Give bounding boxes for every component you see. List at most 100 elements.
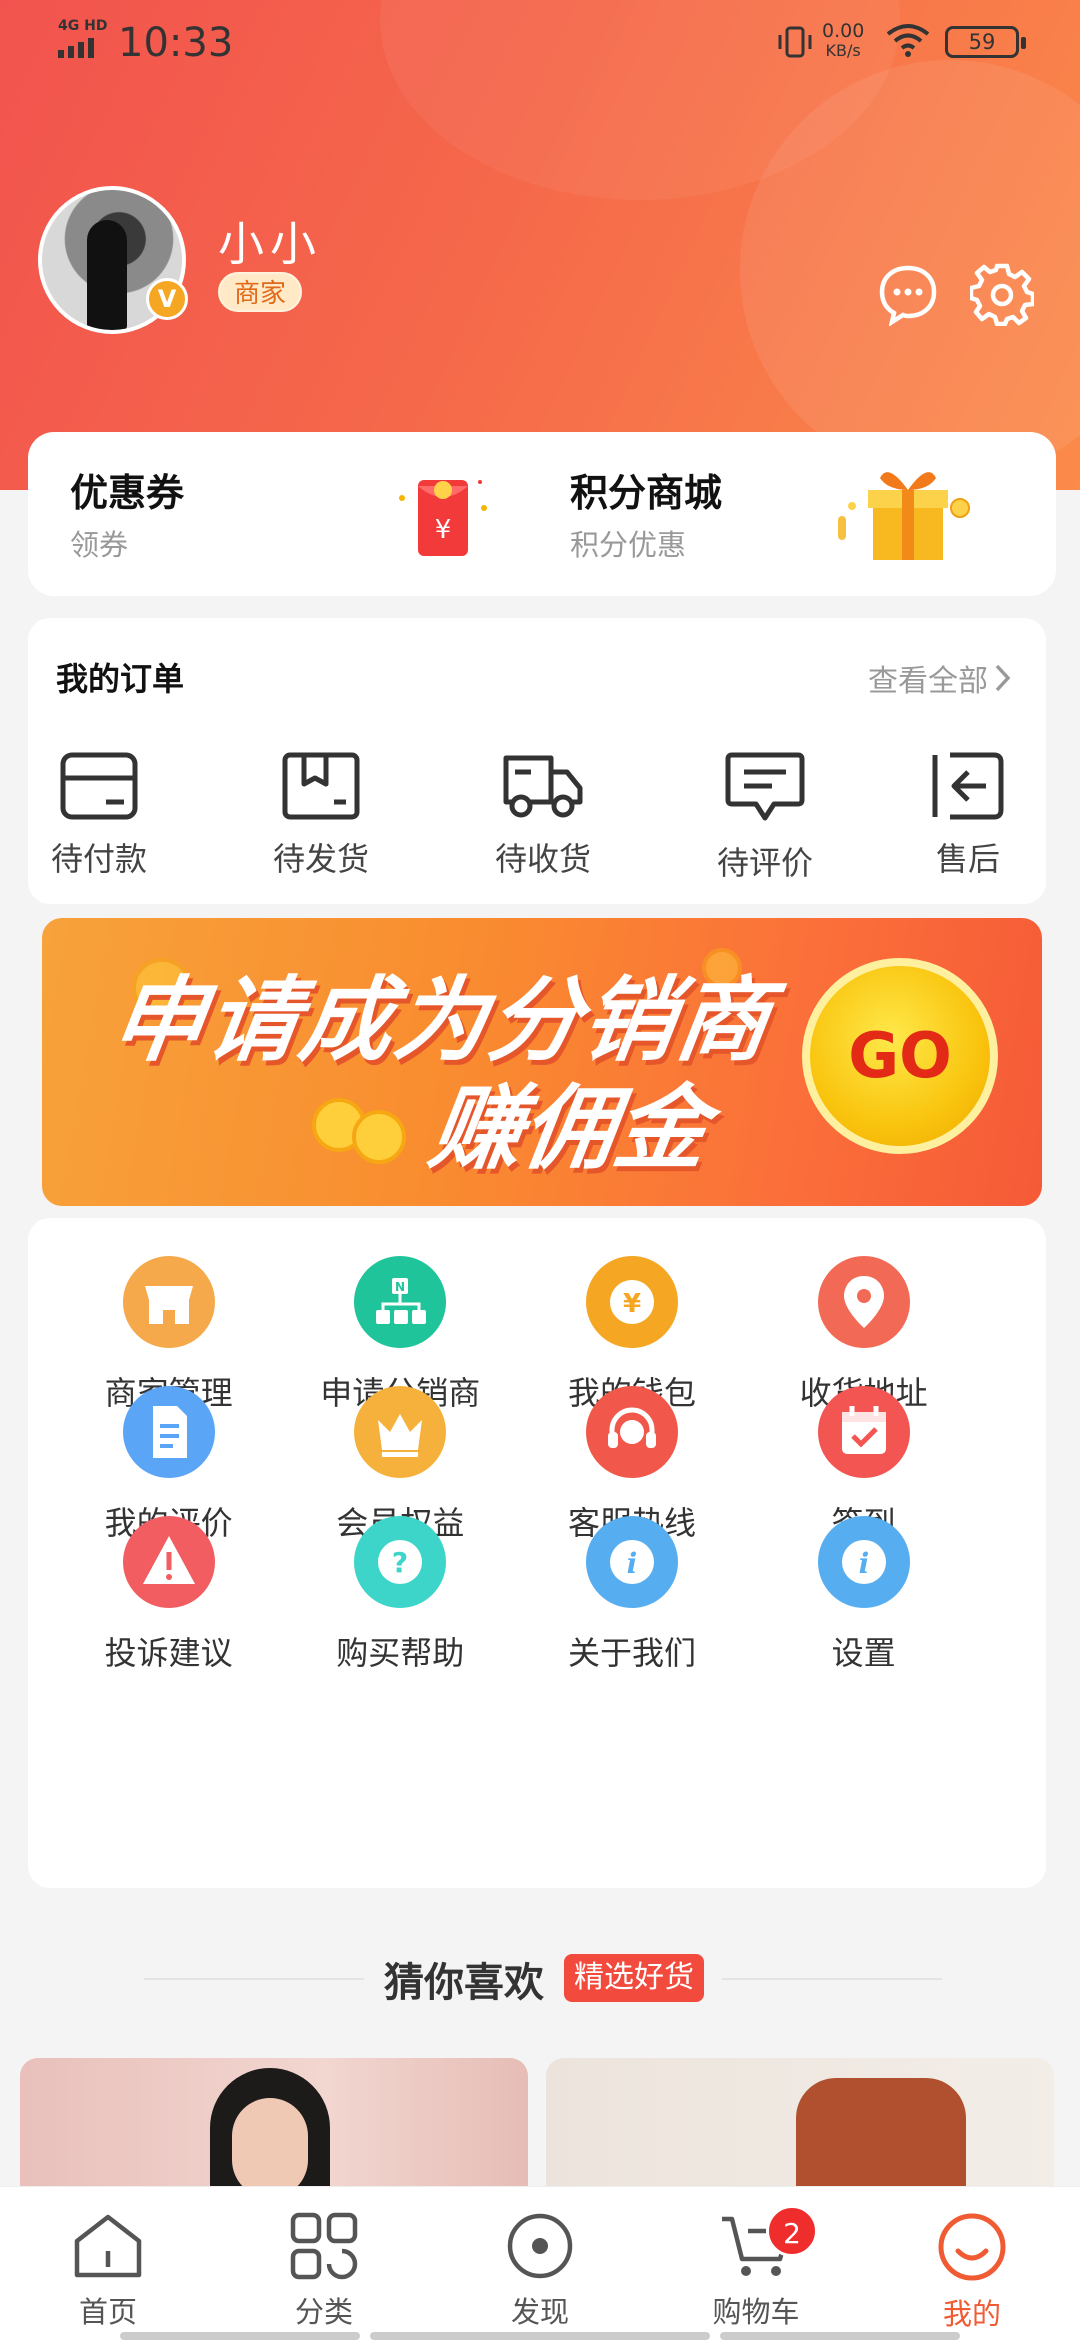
home-icon — [74, 2214, 142, 2278]
gesture-bar — [370, 2332, 710, 2340]
svg-text:N: N — [395, 1280, 405, 1294]
vibrate-icon — [778, 26, 812, 58]
svg-text:i: i — [627, 1547, 638, 1580]
speed-unit: KB/s — [825, 41, 861, 60]
distributor-banner[interactable]: 申请成为分销商 赚佣金 GO — [42, 918, 1042, 1206]
recommend-header: 猜你喜欢 精选好货 — [0, 1948, 1080, 2008]
tab-category[interactable]: 分类 — [244, 2211, 404, 2331]
return-icon — [932, 752, 1004, 820]
warning-icon — [122, 1516, 215, 1608]
category-icon — [290, 2212, 358, 2280]
truck-icon — [503, 755, 583, 818]
tab-profile[interactable]: 我的 — [892, 2211, 1052, 2333]
tab-discover[interactable]: 发现 — [460, 2211, 620, 2331]
avatar-figure — [87, 220, 127, 330]
tab-label: 首页 — [78, 2295, 137, 2329]
signal-icon — [58, 38, 94, 58]
order-label: 待评价 — [716, 844, 813, 882]
battery-indicator: 59 — [945, 26, 1026, 58]
order-label: 售后 — [935, 840, 1000, 878]
service-item[interactable]: i 设置 — [764, 1516, 964, 1674]
svg-text:i: i — [858, 1547, 869, 1580]
question-icon: ? — [354, 1516, 447, 1608]
document-icon — [122, 1386, 215, 1478]
tab-home[interactable]: 首页 — [28, 2211, 188, 2331]
banner-subheadline: 赚佣金 — [423, 1075, 715, 1182]
info-icon: i — [817, 1516, 910, 1608]
divider — [144, 1978, 364, 1980]
wallet-icon — [60, 752, 138, 820]
order-after-sales[interactable]: 售后 — [908, 750, 1028, 880]
coupon-title: 优惠券 — [70, 471, 185, 515]
service-item[interactable]: 投诉建议 — [69, 1516, 269, 1674]
bottom-tab-bar: 首页 分类 发现 2 购物车 我的 — [0, 2186, 1080, 2340]
service-item[interactable]: i 关于我们 — [532, 1516, 732, 1674]
go-button[interactable]: GO — [802, 958, 998, 1154]
order-pending-receipt[interactable]: 待收货 — [468, 750, 618, 880]
profile-smile-icon — [938, 2213, 1006, 2281]
headset-icon — [585, 1386, 678, 1478]
network-type: 4G HD — [58, 18, 108, 34]
points-mall-title: 积分商城 — [570, 471, 723, 515]
yen-coin-icon: ¥ — [585, 1256, 678, 1348]
coin-decoration — [352, 1110, 406, 1164]
store-icon — [122, 1256, 215, 1348]
service-label: 购买帮助 — [336, 1634, 465, 1672]
crown-icon — [354, 1386, 447, 1478]
gesture-bar — [120, 2332, 360, 2340]
comment-icon — [725, 752, 805, 821]
box-icon — [282, 752, 360, 820]
orders-title: 我的订单 — [56, 660, 185, 698]
order-pending-payment[interactable]: 待付款 — [24, 750, 174, 880]
view-all-label: 查看全部 — [868, 664, 988, 699]
order-label: 待发货 — [272, 840, 369, 878]
status-time: 10:33 — [118, 20, 234, 66]
order-pending-review[interactable]: 待评价 — [690, 750, 840, 884]
chevron-right-icon — [995, 664, 1011, 692]
divider — [722, 1978, 942, 1980]
coupon-subtitle: 领券 — [70, 528, 129, 562]
cart-count-badge: 2 — [766, 2205, 818, 2257]
service-item[interactable]: ? 购买帮助 — [300, 1516, 500, 1674]
service-label: 关于我们 — [567, 1634, 696, 1672]
network-icon: N — [354, 1256, 447, 1348]
tab-label: 购物车 — [712, 2295, 800, 2329]
verified-badge: V — [146, 278, 188, 320]
tab-cart[interactable]: 2 购物车 — [676, 2205, 836, 2331]
product-image — [232, 2098, 308, 2198]
services-grid: 商家管理N申请分销商¥我的钱包收货地址我的评价会员权益客服热线签到投诉建议?购买… — [28, 1218, 1046, 1888]
username: 小小 — [218, 217, 322, 271]
promo-card: 优惠券 领券 ¥ 积分商城 积分优惠 — [28, 432, 1056, 596]
recommend-tag: 精选好货 — [564, 1954, 704, 2002]
coupon-entry[interactable]: 优惠券 领券 ¥ — [28, 432, 528, 596]
discover-icon — [507, 2213, 573, 2279]
svg-text:?: ? — [392, 1546, 408, 1579]
order-label: 待收货 — [494, 840, 591, 878]
orders-card: 我的订单 查看全部 待付款 待发货 待收货 待评价 售后 — [28, 618, 1046, 904]
message-icon[interactable] — [876, 262, 940, 326]
tab-label: 我的 — [942, 2297, 1001, 2331]
role-tag: 商家 — [218, 272, 303, 312]
svg-text:¥: ¥ — [435, 515, 452, 545]
recommend-title: 猜你喜欢 — [384, 1960, 544, 2006]
view-all-orders[interactable]: 查看全部 — [868, 656, 1012, 700]
service-label: 投诉建议 — [104, 1634, 233, 1672]
red-envelope-icon: ¥ — [399, 480, 487, 556]
svg-text:¥: ¥ — [623, 1289, 641, 1319]
service-label: 设置 — [831, 1634, 896, 1672]
points-mall-subtitle: 积分优惠 — [570, 528, 687, 562]
wifi-icon — [886, 24, 930, 57]
tab-label: 发现 — [510, 2295, 569, 2329]
gift-box-icon — [838, 472, 970, 560]
speed-value: 0.00 — [822, 20, 865, 42]
order-label: 待付款 — [50, 840, 147, 878]
points-mall-entry[interactable]: 积分商城 积分优惠 — [528, 432, 1056, 596]
status-bar: 4G HD 10:33 0.00 KB/s 59 — [0, 0, 1080, 86]
info-icon: i — [585, 1516, 678, 1608]
tab-label: 分类 — [294, 2295, 353, 2329]
network-speed: 0.00 KB/s — [822, 20, 865, 61]
order-pending-shipment[interactable]: 待发货 — [246, 750, 396, 880]
location-pin-icon — [817, 1256, 910, 1348]
calendar-check-icon — [817, 1386, 910, 1478]
settings-icon[interactable] — [970, 262, 1034, 326]
